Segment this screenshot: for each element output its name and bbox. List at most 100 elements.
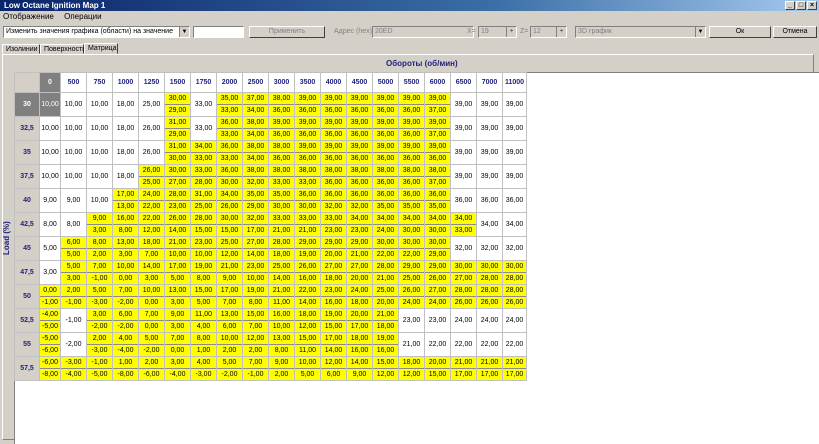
column-header[interactable]: 2000 bbox=[216, 72, 243, 93]
matrix-cell[interactable]: 29,00 26,00 bbox=[424, 260, 451, 285]
matrix-cell[interactable]: 15,00 11,00 bbox=[294, 332, 321, 357]
column-header[interactable]: 6000 bbox=[424, 72, 451, 93]
address-field[interactable]: 20ED bbox=[372, 26, 474, 38]
matrix-cell[interactable]: 6,00 5,00 bbox=[60, 236, 87, 261]
matrix-cell[interactable]: 32,00 bbox=[502, 236, 527, 261]
row-header[interactable]: 32,5 bbox=[14, 116, 40, 141]
matrix-cell[interactable]: 4,00 -3,00 bbox=[190, 356, 217, 381]
matrix-cell[interactable]: 36,00 30,00 bbox=[294, 188, 321, 213]
mode-select[interactable]: Изменить значения графика (области) на з… bbox=[3, 26, 190, 38]
matrix-cell[interactable]: 17,00 7,00 bbox=[216, 284, 243, 309]
maximize-button[interactable]: □ bbox=[796, 1, 806, 10]
matrix-cell[interactable]: -4,00 -5,00 bbox=[39, 308, 61, 333]
matrix-cell[interactable]: 24,00 bbox=[502, 308, 527, 333]
matrix-cell[interactable]: 21,00 11,00 bbox=[268, 284, 295, 309]
matrix-cell[interactable]: 38,00 36,00 bbox=[372, 164, 399, 189]
matrix-cell[interactable]: 2,00 -1,00 bbox=[60, 284, 87, 309]
matrix-cell[interactable]: 38,00 36,00 bbox=[398, 164, 425, 189]
matrix-cell[interactable]: 8,00 2,00 bbox=[86, 236, 113, 261]
matrix-cell[interactable]: 17,00 14,00 bbox=[320, 332, 347, 357]
matrix-cell[interactable]: -5,00 -6,00 bbox=[39, 332, 61, 357]
matrix-cell[interactable]: 24,00 22,00 bbox=[138, 188, 165, 213]
matrix-cell[interactable]: 21,00 10,00 bbox=[164, 236, 191, 261]
minimize-button[interactable]: _ bbox=[785, 1, 795, 10]
matrix-cell[interactable]: 35,00 30,00 bbox=[268, 188, 295, 213]
matrix-cell[interactable]: 29,00 21,00 bbox=[346, 236, 373, 261]
matrix-cell[interactable]: 15,00 7,00 bbox=[242, 308, 269, 333]
row-header[interactable]: 50 bbox=[14, 284, 40, 309]
matrix-cell[interactable]: 39,00 37,00 bbox=[424, 116, 451, 141]
matrix-cell[interactable]: 7,00 -1,00 bbox=[242, 356, 269, 381]
menu-operations[interactable]: Операции bbox=[64, 12, 101, 21]
matrix-cell[interactable]: 29,00 20,00 bbox=[320, 236, 347, 261]
matrix-cell[interactable]: 22,00 bbox=[424, 332, 451, 357]
row-header[interactable]: 37,5 bbox=[14, 164, 40, 189]
matrix-cell[interactable]: 9,00 bbox=[39, 188, 61, 213]
ignition-matrix[interactable]: 0 500 750 1000 1250 1500 1750 2000 2500 3000 3500 4… bbox=[14, 72, 527, 381]
matrix-cell[interactable]: 36,00 33,00 bbox=[216, 140, 243, 165]
matrix-cell[interactable]: 38,00 33,00 bbox=[294, 164, 321, 189]
matrix-cell[interactable]: 28,00 21,00 bbox=[372, 260, 399, 285]
column-header[interactable]: 5500 bbox=[398, 72, 425, 93]
matrix-cell[interactable]: 23,00 bbox=[398, 308, 425, 333]
matrix-cell[interactable]: 12,00 6,00 bbox=[320, 356, 347, 381]
matrix-cell[interactable]: 39,00 36,00 bbox=[398, 140, 425, 165]
matrix-cell[interactable]: 39,00 bbox=[450, 140, 477, 165]
chevron-down-icon[interactable]: ▼ bbox=[695, 27, 705, 37]
row-header[interactable]: 45 bbox=[14, 236, 40, 261]
matrix-cell[interactable]: 39,00 bbox=[502, 92, 527, 117]
matrix-cell[interactable]: 18,00 12,00 bbox=[294, 308, 321, 333]
spinner-icon[interactable]: ÷ bbox=[506, 27, 516, 37]
matrix-cell[interactable]: 31,00 30,00 bbox=[164, 140, 191, 165]
matrix-cell[interactable]: 38,00 32,00 bbox=[242, 164, 269, 189]
ok-button[interactable]: Ок bbox=[709, 26, 771, 38]
matrix-cell[interactable]: 11,00 4,00 bbox=[190, 308, 217, 333]
matrix-cell[interactable]: 18,00 bbox=[112, 164, 139, 189]
cancel-button[interactable]: Отмена bbox=[773, 26, 817, 38]
matrix-cell[interactable]: 34,00 bbox=[476, 212, 503, 237]
matrix-cell[interactable]: 4,00 -4,00 bbox=[112, 332, 139, 357]
matrix-cell[interactable]: -1,00 bbox=[60, 308, 87, 333]
tab-isolines[interactable]: Изолинии bbox=[2, 44, 40, 54]
matrix-cell[interactable]: 7,00 0,00 bbox=[138, 308, 165, 333]
matrix-cell[interactable]: 26,00 16,00 bbox=[294, 260, 321, 285]
matrix-cell[interactable]: 39,00 37,00 bbox=[424, 92, 451, 117]
matrix-cell[interactable]: 35,00 33,00 bbox=[216, 92, 243, 117]
matrix-cell[interactable]: 25,00 12,00 bbox=[216, 236, 243, 261]
matrix-cell[interactable]: 10,00 bbox=[86, 164, 113, 189]
matrix-cell[interactable]: 22,00 bbox=[476, 332, 503, 357]
matrix-cell[interactable]: 38,00 34,00 bbox=[242, 116, 269, 141]
matrix-cell[interactable]: 18,00 bbox=[112, 116, 139, 141]
matrix-cell[interactable]: 34,00 24,00 bbox=[372, 212, 399, 237]
matrix-cell[interactable]: 39,00 36,00 bbox=[268, 116, 295, 141]
matrix-cell[interactable]: 18,00 16,00 bbox=[346, 332, 373, 357]
matrix-cell[interactable]: 15,00 12,00 bbox=[372, 356, 399, 381]
matrix-cell[interactable]: 10,00 bbox=[60, 92, 87, 117]
matrix-cell[interactable]: 10,00 5,00 bbox=[294, 356, 321, 381]
matrix-cell[interactable]: 36,00 33,00 bbox=[216, 116, 243, 141]
matrix-cell[interactable]: 3,00 -4,00 bbox=[164, 356, 191, 381]
matrix-cell[interactable]: 35,00 29,00 bbox=[242, 188, 269, 213]
matrix-cell[interactable]: 27,00 14,00 bbox=[242, 236, 269, 261]
matrix-cell[interactable]: 20,00 15,00 bbox=[424, 356, 451, 381]
matrix-cell[interactable]: 39,00 36,00 bbox=[372, 92, 399, 117]
matrix-cell[interactable]: 26,00 24,00 bbox=[398, 284, 425, 309]
matrix-cell[interactable]: 22,00 14,00 bbox=[294, 284, 321, 309]
matrix-cell[interactable]: 8,00 bbox=[39, 212, 61, 237]
matrix-cell[interactable]: 30,00 27,00 bbox=[164, 164, 191, 189]
matrix-cell[interactable]: 39,00 36,00 bbox=[372, 140, 399, 165]
matrix-cell[interactable]: 27,00 24,00 bbox=[424, 284, 451, 309]
row-header[interactable]: 40 bbox=[14, 188, 40, 213]
matrix-cell[interactable]: 34,00 33,00 bbox=[190, 140, 217, 165]
matrix-cell[interactable]: 34,00 bbox=[502, 212, 527, 237]
column-header[interactable]: 0 bbox=[39, 72, 61, 93]
matrix-cell[interactable]: 18,00 bbox=[112, 140, 139, 165]
matrix-cell[interactable]: 7,00 -2,00 bbox=[112, 284, 139, 309]
matrix-cell[interactable]: 3,00 bbox=[39, 260, 61, 285]
matrix-cell[interactable]: 30,00 28,00 bbox=[502, 260, 527, 285]
matrix-cell[interactable]: 5,00 bbox=[39, 236, 61, 261]
matrix-cell[interactable]: 38,00 36,00 bbox=[320, 164, 347, 189]
matrix-cell[interactable]: 25,00 14,00 bbox=[268, 260, 295, 285]
column-header[interactable]: 1500 bbox=[164, 72, 191, 93]
matrix-cell[interactable]: 26,00 14,00 bbox=[164, 212, 191, 237]
